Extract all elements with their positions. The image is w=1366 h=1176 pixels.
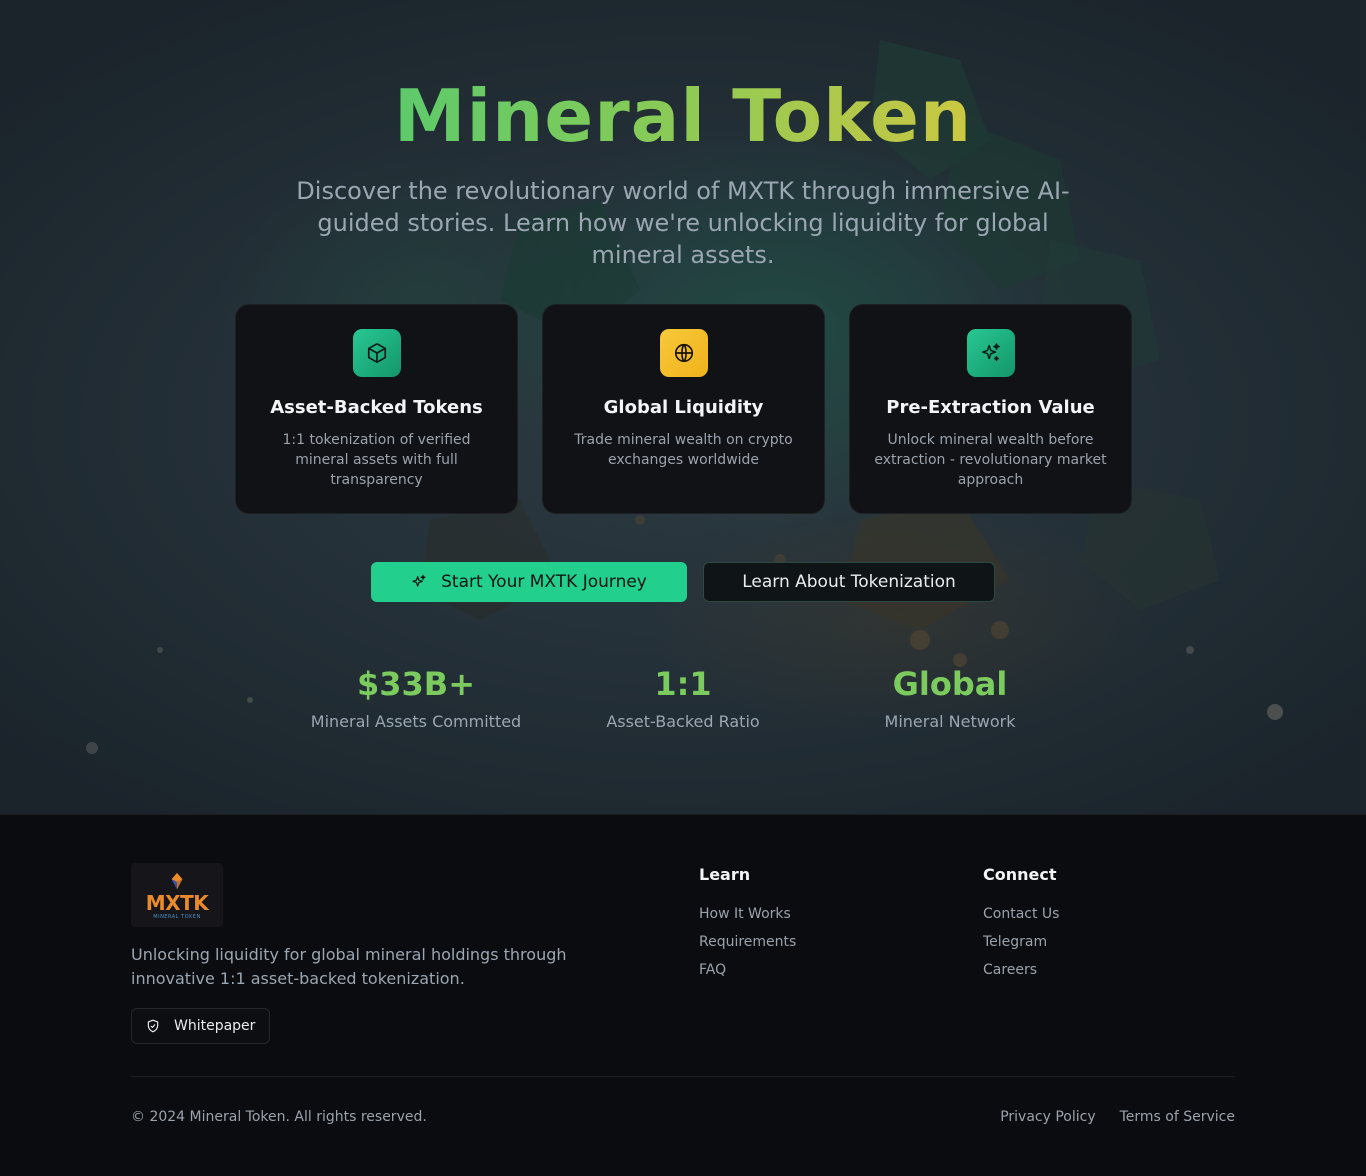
stat-value: Global bbox=[892, 665, 1008, 703]
whitepaper-label: Whitepaper bbox=[174, 1018, 256, 1034]
feature-description: Unlock mineral wealth before extraction … bbox=[874, 432, 1107, 488]
site-footer: MXTK MINERAL TOKEN Unlocking liquidity f… bbox=[0, 814, 1366, 1176]
whitepaper-button[interactable]: Whitepaper bbox=[131, 1008, 270, 1044]
sparkles-icon bbox=[966, 329, 1015, 377]
stat-label: Mineral Assets Committed bbox=[310, 712, 522, 731]
shield-check-icon bbox=[147, 1019, 159, 1033]
connect-heading: Connect bbox=[983, 865, 1057, 884]
feature-cards: Asset-Backed Tokens 1:1 tokenization of … bbox=[235, 304, 1132, 514]
cube-icon bbox=[352, 329, 401, 377]
logo-text: MXTK bbox=[145, 890, 209, 915]
stat-label: Asset-Backed Ratio bbox=[606, 712, 760, 731]
feature-description: 1:1 tokenization of verified mineral ass… bbox=[282, 432, 471, 488]
learn-heading: Learn bbox=[699, 865, 751, 884]
footer-divider bbox=[131, 1076, 1235, 1077]
link-terms-of-service[interactable]: Terms of Service bbox=[1120, 1109, 1235, 1125]
start-journey-button[interactable]: Start Your MXTK Journey bbox=[371, 562, 687, 602]
stat-label: Mineral Network bbox=[884, 712, 1016, 731]
feature-card-asset-backed: Asset-Backed Tokens 1:1 tokenization of … bbox=[235, 304, 518, 514]
cta-buttons: Start Your MXTK Journey Learn About Toke… bbox=[371, 562, 995, 602]
stat-mineral-network: Global Mineral Network bbox=[800, 664, 1100, 731]
stat-assets-committed: $33B+ Mineral Assets Committed bbox=[266, 664, 566, 731]
link-how-it-works[interactable]: How It Works bbox=[699, 904, 796, 924]
stat-value: $33B+ bbox=[357, 665, 475, 703]
hero-section: Mineral Token Discover the revolutionary… bbox=[0, 0, 1366, 814]
globe-icon bbox=[659, 329, 708, 377]
hero-subtitle: Discover the revolutionary world of MXTK… bbox=[296, 177, 1070, 269]
mxtk-logo[interactable]: MXTK MINERAL TOKEN bbox=[131, 863, 223, 927]
feature-description: Trade mineral wealth on crypto exchanges… bbox=[574, 432, 793, 468]
legal-links: Privacy Policy Terms of Service bbox=[1000, 1109, 1235, 1125]
link-faq[interactable]: FAQ bbox=[699, 960, 796, 980]
feature-card-pre-extraction: Pre-Extraction Value Unlock mineral weal… bbox=[849, 304, 1132, 514]
feature-card-global-liquidity: Global Liquidity Trade mineral wealth on… bbox=[542, 304, 825, 514]
feature-title: Asset-Backed Tokens bbox=[270, 397, 483, 418]
stat-value: 1:1 bbox=[654, 665, 712, 703]
start-journey-label: Start Your MXTK Journey bbox=[441, 572, 647, 592]
learn-tokenization-button[interactable]: Learn About Tokenization bbox=[703, 562, 995, 602]
link-careers[interactable]: Careers bbox=[983, 960, 1059, 980]
copyright-text: © 2024 Mineral Token. All rights reserve… bbox=[131, 1109, 427, 1125]
diamond-logo-icon bbox=[171, 872, 183, 889]
logo-subtext: MINERAL TOKEN bbox=[153, 913, 201, 920]
link-requirements[interactable]: Requirements bbox=[699, 932, 796, 952]
footer-learn-column: Learn How It Works Requirements FAQ bbox=[699, 865, 796, 988]
footer-description: Unlocking liquidity for global mineral h… bbox=[131, 945, 567, 988]
feature-title: Global Liquidity bbox=[603, 397, 764, 418]
sparkles-icon bbox=[412, 574, 426, 587]
link-privacy-policy[interactable]: Privacy Policy bbox=[1000, 1109, 1095, 1125]
page-title: Mineral Token bbox=[0, 74, 1366, 158]
feature-title: Pre-Extraction Value bbox=[886, 397, 1095, 418]
stat-backed-ratio: 1:1 Asset-Backed Ratio bbox=[533, 664, 833, 731]
link-telegram[interactable]: Telegram bbox=[983, 932, 1059, 952]
link-contact-us[interactable]: Contact Us bbox=[983, 904, 1059, 924]
footer-connect-column: Connect Contact Us Telegram Careers bbox=[983, 865, 1059, 988]
